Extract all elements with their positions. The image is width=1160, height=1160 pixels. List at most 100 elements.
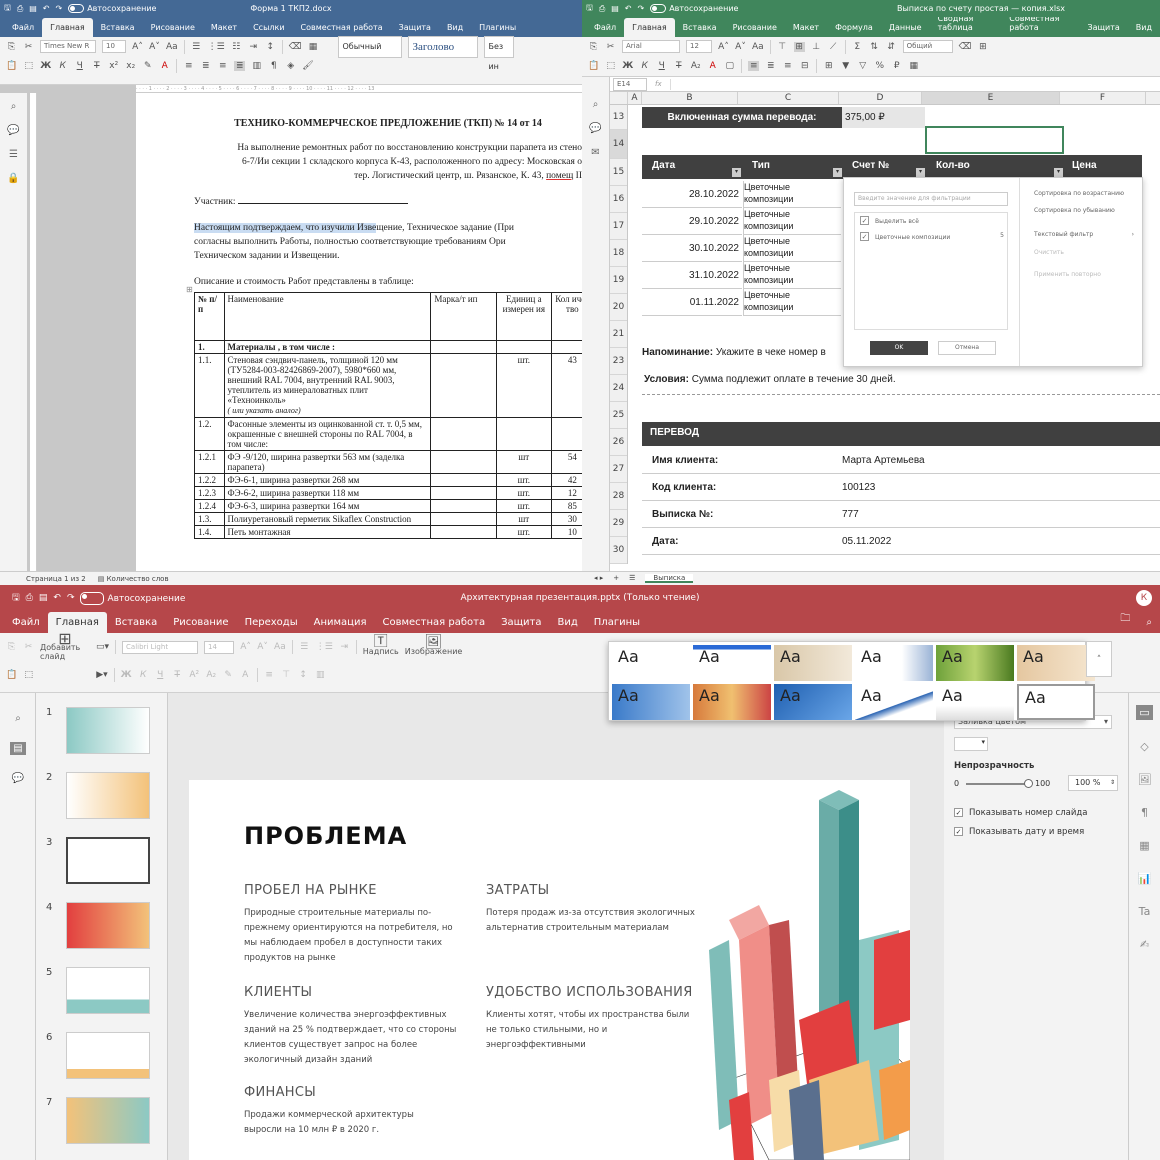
save-icon[interactable]: 🖫 [586,2,593,16]
insert-function-icon[interactable]: ⊞ [823,61,834,71]
print-icon[interactable]: ⎙ [17,4,23,14]
selected-cell-e14[interactable] [925,126,1064,154]
show-slide-number[interactable]: ✓ Показывать номер слайда [954,808,1087,818]
shading-icon[interactable]: ◈ [285,61,296,71]
copy-style-icon[interactable]: 🖌 [302,61,313,71]
cut-icon[interactable]: ✂ [23,42,34,52]
currency-icon[interactable]: ₽ [891,61,902,71]
style-heading[interactable]: Заголово [408,35,479,58]
strike-icon[interactable]: Т [91,61,102,71]
header-qty[interactable]: Кол-во [936,160,970,171]
name-box[interactable]: E14 [613,77,647,91]
entry-date[interactable]: 29.10.2022 [642,208,742,235]
block-heading[interactable]: ЗАТРАТЫ [486,883,549,898]
layout-icon[interactable]: ▭▾ [96,642,109,652]
block-text[interactable]: Увеличение количества энергоэффективных … [244,1008,459,1068]
superscript-icon[interactable]: x² [108,61,119,71]
opacity-slider[interactable] [966,779,1033,788]
grow-font-icon[interactable]: A˄ [132,42,143,52]
block-heading[interactable]: УДОБСТВО ИСПОЛЬЗОВАНИЯ [486,985,693,1000]
fill-icon[interactable]: ▦ [307,42,318,52]
header-account[interactable]: Счет № [852,160,889,171]
sort-icon[interactable]: ⇅ [869,42,880,52]
slide-thumbnail[interactable] [66,772,150,819]
textbox-button[interactable]: 🅃 Надпись [363,635,399,656]
align-bottom-icon[interactable]: ⊥ [811,42,822,52]
autosave-toggle[interactable]: Автосохранение [650,4,738,13]
italic-icon[interactable]: К [639,61,650,71]
change-case-icon[interactable]: Aa [274,642,286,652]
valign-icon[interactable]: ⊤ [281,670,292,680]
entry-date[interactable]: 28.10.2022 [642,181,742,208]
font-family-select[interactable]: Times New R [40,40,96,53]
redo-icon[interactable]: ↷ [56,4,63,13]
table-settings-icon[interactable]: ▦ [1139,839,1149,852]
horizontal-ruler[interactable]: · · · · 1 · · · · 2 · · · · 3 · · · · 4 … [136,85,582,93]
tab-transitions[interactable]: Переходы [237,617,306,633]
subscript-icon[interactable]: A₂ [690,61,701,71]
pilcrow-icon[interactable]: ¶ [268,61,279,71]
align-middle-icon[interactable]: ⊞ [793,41,805,52]
redo-icon[interactable]: ↷ [67,593,75,603]
select-icon[interactable]: ⬚ [23,61,34,71]
chevron-up-icon[interactable]: ˄ [1086,641,1112,677]
tab-formula[interactable]: Формула [827,23,881,37]
font-size-select[interactable]: 12 [686,40,712,53]
clear-filter-item[interactable]: Очистить [1034,249,1064,256]
formula-input[interactable] [669,78,1160,90]
col-f[interactable]: F [1060,92,1146,104]
col-b[interactable]: B [642,92,738,104]
tab-view[interactable]: Вид [1128,23,1160,37]
text-filter-item[interactable]: Текстовый фильтр › [1034,231,1134,238]
theme-blank[interactable]: Aa [1017,684,1095,720]
sort-desc-item[interactable]: Сортировка по убыванию [1034,207,1115,214]
clear-filter-icon[interactable]: ▽ [857,61,868,71]
bullets-icon[interactable]: ☰ [191,42,202,52]
col-e[interactable]: E [922,92,1060,104]
theme-wave[interactable]: Aa [855,684,933,720]
orientation-icon[interactable]: ⟋ [828,42,839,52]
copy-icon[interactable]: ⎘ [6,642,17,652]
opacity-input[interactable]: 100 % ⇕ [1068,775,1118,791]
theme-blue[interactable]: Aa [612,684,690,720]
bold-icon[interactable]: Ж [40,61,51,71]
filter-item[interactable]: ✓ Цветочные композиции 5 [860,232,1004,241]
slide-settings-icon[interactable]: ▭ [1136,705,1153,720]
align-right-icon[interactable]: ≡ [782,61,793,71]
select-icon[interactable]: ⬚ [605,61,616,71]
filter-ok-button[interactable]: OK [870,341,928,355]
block-text[interactable]: Продажи коммерческой архитектуры выросли… [244,1108,434,1138]
shape-settings-icon[interactable]: ◇ [1140,740,1148,753]
entry-date[interactable]: 01.11.2022 [642,289,742,316]
tab-protect[interactable]: Защита [1079,23,1127,37]
entry-date[interactable]: 30.10.2022 [642,235,742,262]
entry-type[interactable]: Цветочные композиции [743,289,841,316]
paste-icon[interactable]: 📋 [6,61,17,71]
slide-thumbnail[interactable] [66,707,150,754]
numbering-icon[interactable]: ⋮☰ [208,42,225,52]
theme-basic[interactable]: Aa [693,645,771,681]
slide-thumbnail[interactable] [66,837,150,884]
tab-draw[interactable]: Рисование [165,617,236,633]
save-icon[interactable]: 🖫 [4,2,11,16]
highlight-icon[interactable]: ✎ [223,670,234,680]
tab-protect[interactable]: Защита [493,617,549,633]
font-family-select[interactable]: Calibri Light [122,640,199,654]
tab-pivot[interactable]: Сводная таблица [930,14,1002,37]
entry-type[interactable]: Цветочные композиции [743,262,841,289]
search-icon[interactable]: ⌕ [15,713,21,724]
font-size-select[interactable]: 14 [204,640,235,654]
sort-desc-icon[interactable]: ⇵ [886,42,897,52]
tab-insert[interactable]: Вставка [93,23,143,37]
indent-icon[interactable]: ⇥ [248,42,259,52]
filter-button-date[interactable]: ▾ [732,168,741,177]
transfer-title[interactable]: ПЕРЕВОД [642,422,1160,446]
tab-home[interactable]: Главная [47,612,107,633]
filter-icon[interactable]: ▼ [840,61,851,71]
tab-layout[interactable]: Макет [785,23,827,37]
block-heading[interactable]: ПРОБЕЛ НА РЫНКЕ [244,883,377,898]
tab-plugins[interactable]: Плагины [586,617,648,633]
align-right-icon[interactable]: ≡ [217,61,228,71]
multilevel-icon[interactable]: ☷ [231,42,242,52]
header-type[interactable]: Тип [752,160,770,171]
